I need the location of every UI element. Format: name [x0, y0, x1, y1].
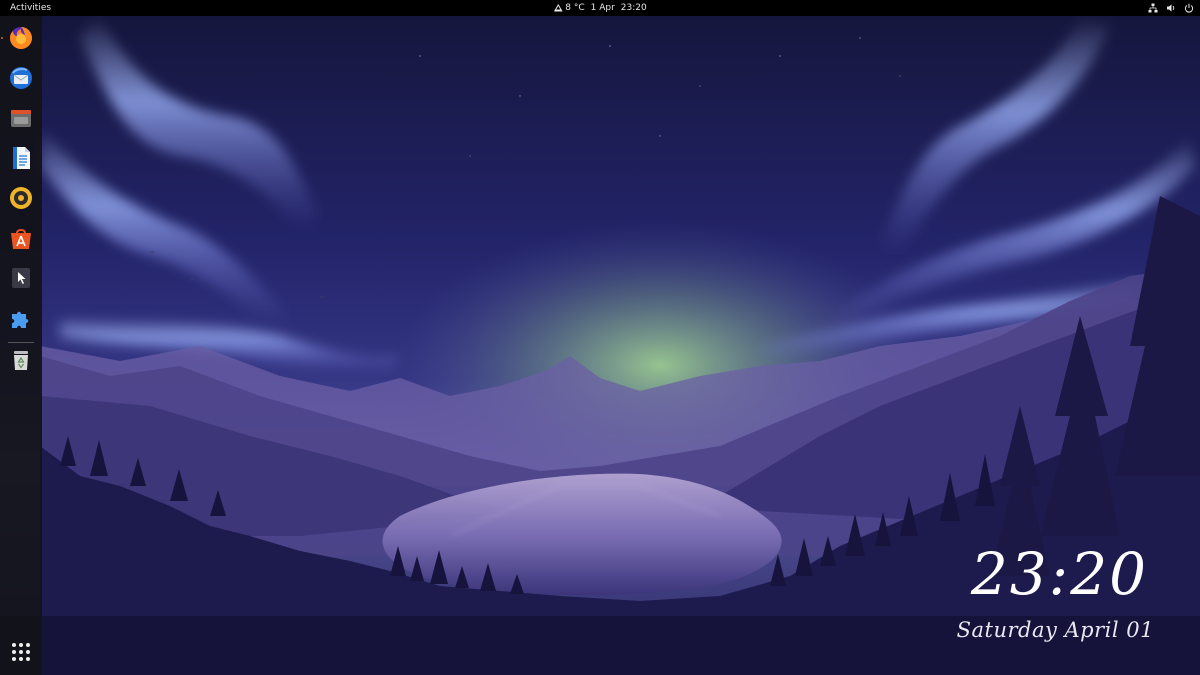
dock — [0, 16, 42, 675]
firefox-icon — [10, 27, 32, 49]
thunderbird-icon — [10, 67, 32, 89]
topbar-time: 23:20 — [620, 3, 647, 13]
software-icon — [11, 229, 31, 249]
weather-temp: 8 °C — [565, 3, 585, 13]
topbar-date: 1 Apr — [590, 3, 615, 13]
weather-icon — [554, 4, 563, 12]
dock-app-screenshot[interactable] — [5, 262, 37, 294]
system-tray[interactable] — [1148, 0, 1194, 16]
weather-indicator: 8 °C — [553, 3, 585, 13]
desktop-clock-date: Saturday April 01 — [956, 618, 1154, 642]
running-indicator — [1, 37, 3, 39]
trash-icon — [14, 351, 28, 370]
screenshot-icon — [12, 268, 30, 288]
writer-icon — [13, 147, 30, 169]
show-apps-grid-icon — [12, 643, 30, 661]
activities-button[interactable]: Activities — [10, 0, 51, 16]
dock-app-writer[interactable] — [5, 142, 37, 174]
dock-app-thunderbird[interactable] — [5, 62, 37, 94]
network-icon[interactable] — [1148, 3, 1158, 13]
dock-app-firefox[interactable] — [5, 22, 37, 54]
volume-icon[interactable] — [1166, 3, 1176, 13]
power-icon[interactable] — [1184, 3, 1194, 13]
dock-separator — [8, 342, 34, 343]
desktop-clock-time: 23:20 — [970, 540, 1148, 608]
dock-app-software[interactable] — [5, 222, 37, 254]
dock-app-files[interactable] — [5, 102, 37, 134]
top-bar: Activities 8 °C 1 Apr 23:20 — [0, 0, 1200, 16]
files-icon — [11, 110, 31, 127]
dock-app-extensions[interactable] — [5, 302, 37, 334]
extensions-icon — [12, 311, 29, 328]
show-apps-button[interactable] — [5, 636, 37, 668]
dock-app-trash[interactable] — [5, 344, 37, 376]
clock-menu-button[interactable]: 8 °C 1 Apr 23:20 — [553, 0, 647, 16]
rhythmbox-icon — [10, 187, 32, 209]
dock-app-rhythmbox[interactable] — [5, 182, 37, 214]
